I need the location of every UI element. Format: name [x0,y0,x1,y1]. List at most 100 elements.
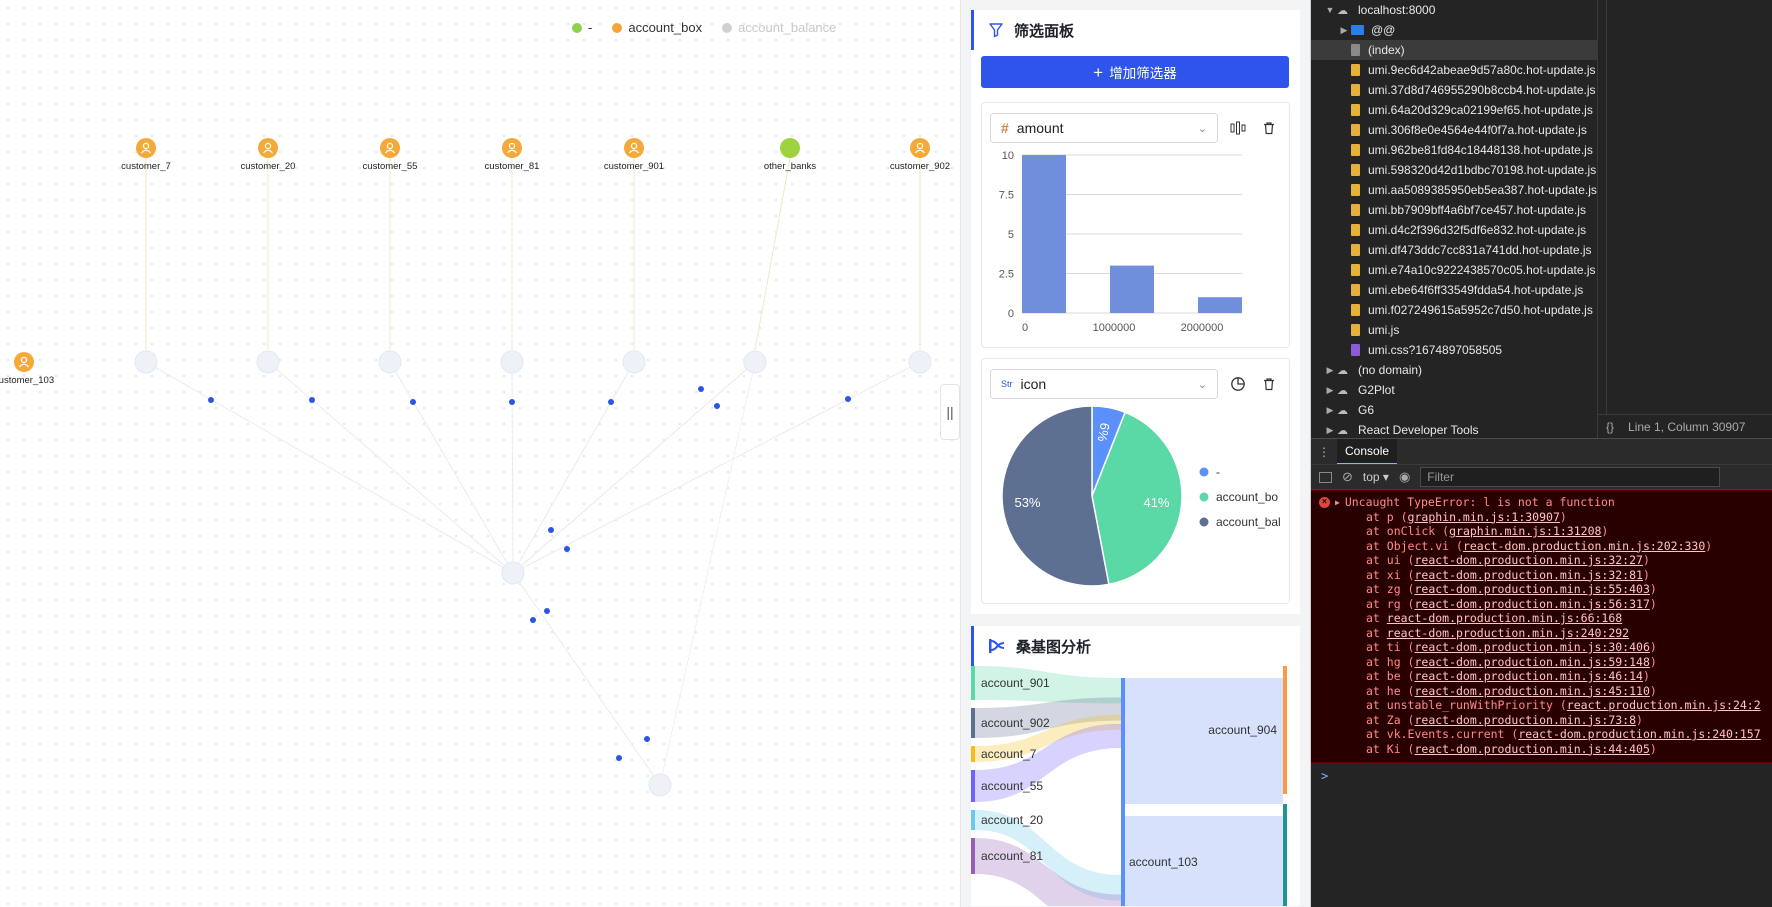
caret-down-icon[interactable]: ▼ [1323,5,1337,15]
field-select-amount[interactable]: # amount ⌄ [990,113,1218,143]
caret-right-icon[interactable]: ▶ [1323,425,1337,436]
stack-frame-link[interactable]: react-dom.production.min.js:44:405 [1414,742,1649,756]
pie-legend-label[interactable]: - [1216,465,1220,479]
console-prompt[interactable]: > [1311,763,1772,789]
stack-frame-link[interactable]: react-dom.production.min.js:240:292 [1387,626,1629,640]
sankey-target-node[interactable] [1283,666,1287,794]
pie-chart-icon[interactable] [1226,372,1250,396]
tree-file[interactable]: umi.ebe64f6ff33549fdda54.hot-update.js [1311,280,1597,300]
pretty-print-icon[interactable]: {} [1606,420,1614,434]
context-select[interactable]: top ▾ [1363,470,1389,484]
tab-console[interactable]: Console [1337,438,1398,465]
graph-node-customer-7[interactable]: customer_7 [121,138,171,172]
graph-node-faint[interactable] [256,350,280,374]
graph-node-faint[interactable] [501,561,525,585]
graph-svg[interactable]: customer_7 customer_20 customer_55 customer… [0,0,960,907]
legend-item-account-box[interactable]: account_box [612,20,702,35]
drawer-menu-icon[interactable]: ⋮ [1311,445,1337,459]
trash-icon[interactable] [1257,116,1281,140]
file-tree[interactable]: ▼ ☁ localhost:8000 ▶ @@ (index) umi.9ec6d42abe… [1311,0,1597,438]
graph-node-faint[interactable] [134,350,158,374]
tree-file[interactable]: umi.37d8d746955290b8ccb4.hot-update.js [1311,80,1597,100]
stack-frame-link[interactable]: react-dom.production.min.js:32:27 [1414,553,1642,567]
caret-right-icon[interactable]: ▶ [1337,25,1351,36]
sankey-source-node[interactable] [971,770,975,802]
stack-frame-link[interactable]: react-dom.production.min.js:46:14 [1414,669,1642,683]
caret-right-icon[interactable]: ▶ [1323,405,1337,416]
tree-file[interactable]: umi.64a20d329ca02199ef65.hot-update.js [1311,100,1597,120]
stack-frame-link[interactable]: react-dom.production.min.js:240:157 [1518,727,1760,741]
console-filter-input[interactable]: Filter [1420,467,1721,487]
caret-right-icon[interactable]: ▶ [1323,365,1337,376]
add-filter-button[interactable]: + 增加筛选器 [981,56,1289,88]
tree-file[interactable]: umi.598320d42d1bdbc70198.hot-update.js [1311,160,1597,180]
graph-node-faint[interactable] [648,773,672,797]
sankey-source-node[interactable] [971,666,975,700]
stack-frame-link[interactable]: react-dom.production.min.js:66:168 [1387,611,1622,625]
graph-node-faint[interactable] [622,350,646,374]
tree-origin[interactable]: ▶ ☁ G6 [1311,400,1597,420]
sankey-source-node[interactable] [971,810,975,830]
graph-node-customer-901[interactable]: customer_901 [604,138,664,172]
legend-item-account-balance[interactable]: account_balance [722,20,836,35]
tree-file[interactable]: umi.js [1311,320,1597,340]
stack-frame-link[interactable]: react-dom.production.min.js:59:148 [1414,655,1649,669]
histogram-bar[interactable] [1110,265,1154,313]
sankey-mid-node[interactable] [1121,678,1125,906]
stack-frame-link[interactable]: react-dom.production.min.js:73:8 [1414,713,1636,727]
tree-file[interactable]: umi.css?1674897058505 [1311,340,1597,360]
graph-node-other-banks[interactable]: other_banks [764,138,817,172]
graph-node-faint[interactable] [500,350,524,374]
clear-console-icon[interactable]: ⊘ [1342,469,1353,485]
graph-canvas[interactable]: customer_7 customer_20 customer_55 customer… [0,0,960,907]
sankey-source-node[interactable] [971,708,975,738]
tree-origin[interactable]: ▼ ☁ localhost:8000 [1311,0,1597,20]
graph-node-faint[interactable] [378,350,402,374]
tree-origin[interactable]: ▶ ☁ React Developer Tools [1311,420,1597,438]
console-output[interactable]: × ▶ Uncaught TypeError: l is not a funct… [1311,490,1772,907]
tree-file[interactable]: umi.962be81fd84c18448138.hot-update.js [1311,140,1597,160]
histogram-icon[interactable] [1226,116,1250,140]
tree-file[interactable]: umi.d4c2f396d32f5df6e832.hot-update.js [1311,220,1597,240]
pie-legend-label[interactable]: account_bo [1216,490,1278,504]
graph-node-customer-902[interactable]: customer_902 [890,138,950,172]
tree-folder[interactable]: ▶ @@ [1311,20,1597,40]
stack-frame-link[interactable]: react-dom.production.min.js:32:81 [1414,568,1642,582]
histogram-bar[interactable] [1198,297,1242,313]
stack-frame-link[interactable]: react-dom.production.min.js:45:110 [1414,684,1649,698]
tree-file[interactable]: umi.9ec6d42abeae9d57a80c.hot-update.js [1311,60,1597,80]
caret-right-icon[interactable]: ▶ [1323,385,1337,396]
graph-node-customer-103[interactable]: customer_103 [0,352,54,386]
stack-frame-link[interactable]: graphin.min.js:1:30907 [1408,510,1560,524]
graph-node-faint[interactable] [743,350,767,374]
tree-origin[interactable]: ▶ ☁ (no domain) [1311,360,1597,380]
tree-file[interactable]: umi.e74a10c9222438570c05.hot-update.js [1311,260,1597,280]
tree-file[interactable]: umi.aa5089385950eb5ea387.hot-update.js [1311,180,1597,200]
stack-frame-link[interactable]: react-dom.production.min.js:202:330 [1463,539,1705,553]
tree-file[interactable]: umi.bb7909bff4a6bf7ce457.hot-update.js [1311,200,1597,220]
sidebar-toggle-icon[interactable] [1319,471,1332,483]
tree-file[interactable]: umi.f027249615a5952c7d50.hot-update.js [1311,300,1597,320]
graph-node-customer-81[interactable]: customer_81 [485,138,540,172]
stack-frame-link[interactable]: react-dom.production.min.js:55:403 [1414,582,1649,596]
sankey-source-node[interactable] [971,838,975,874]
histogram-bar[interactable] [1022,155,1066,313]
stack-frame-link[interactable]: react-dom.production.min.js:56:317 [1414,597,1649,611]
sankey-source-node[interactable] [971,746,975,762]
stack-frame-link[interactable]: graphin.min.js:1:31208 [1449,524,1601,538]
tree-origin[interactable]: ▶ ☁ G2Plot [1311,380,1597,400]
tree-file[interactable]: umi.306f8e0e4564e44f0f7a.hot-update.js [1311,120,1597,140]
error-message-block[interactable]: × ▶ Uncaught TypeError: l is not a funct… [1311,490,1772,763]
trash-icon[interactable] [1257,372,1281,396]
pie-legend-label[interactable]: account_bal [1216,515,1281,529]
graph-node-faint[interactable] [908,350,932,374]
graph-node-customer-20[interactable]: customer_20 [241,138,296,172]
stack-frame-link[interactable]: react-dom.production.min.js:30:406 [1414,640,1649,654]
stack-frame-link[interactable]: react.production.min.js:24:2 [1567,698,1761,712]
field-select-icon[interactable]: Str icon ⌄ [990,369,1218,399]
expand-arrow-icon[interactable]: ▶ [1335,498,1340,507]
sankey-target-node[interactable] [1283,804,1287,906]
tree-file[interactable]: (index) [1311,40,1597,60]
legend-item-dash[interactable]: - [572,20,592,35]
panel-resize-handle[interactable]: || [940,384,960,440]
